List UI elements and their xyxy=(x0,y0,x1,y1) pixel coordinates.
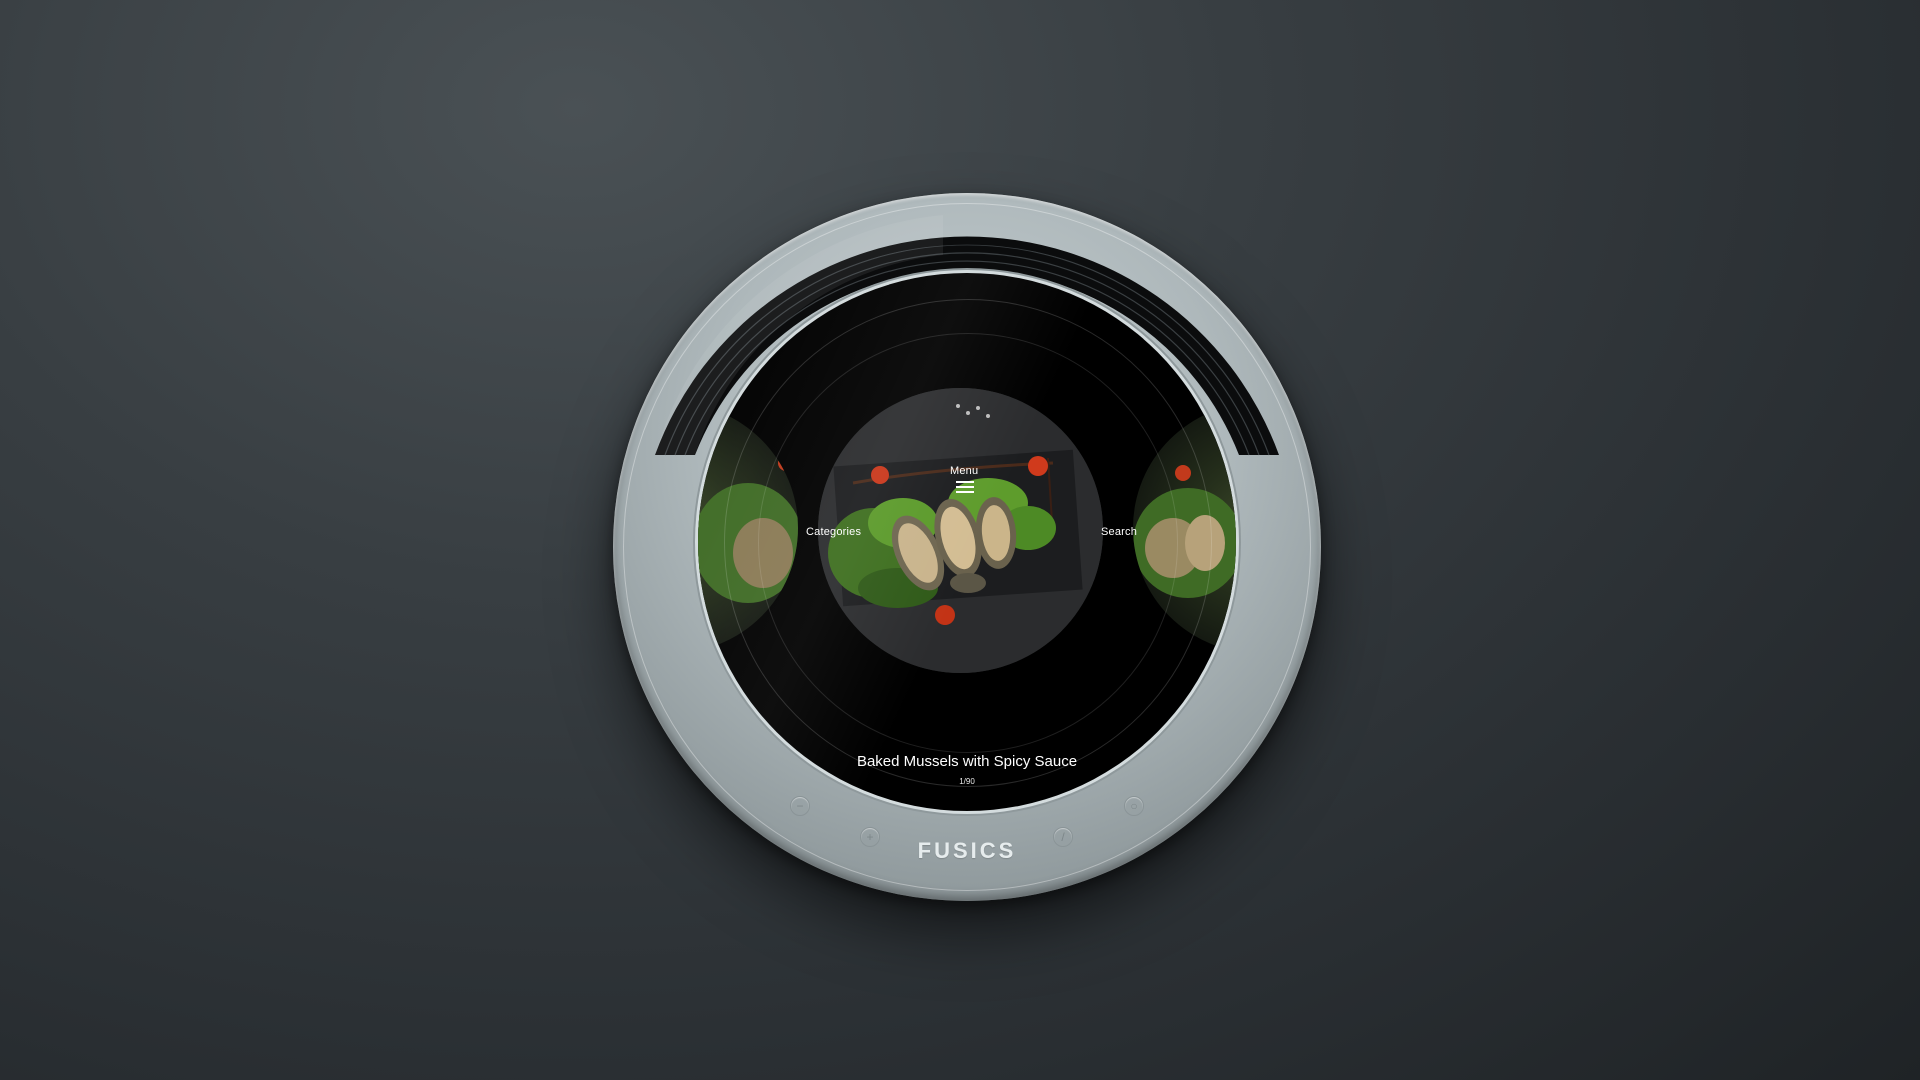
power-icon[interactable]: ○ xyxy=(1124,796,1144,816)
menu-label[interactable]: Menu xyxy=(950,465,978,477)
round-display: Menu Categories Search Baked Mussels wit… xyxy=(698,273,1236,811)
cooking-device: Menu Categories Search Baked Mussels wit… xyxy=(613,193,1321,901)
dish-counter: 1/90 xyxy=(959,777,975,786)
categories-button[interactable]: Categories xyxy=(806,526,861,538)
dish-title: Baked Mussels with Spicy Sauce xyxy=(856,753,1078,770)
brand-logo: FUSICS xyxy=(917,838,1017,863)
menu-icon[interactable] xyxy=(956,481,974,493)
search-button[interactable]: Search xyxy=(1101,526,1137,538)
minus-icon[interactable]: − xyxy=(790,796,810,816)
